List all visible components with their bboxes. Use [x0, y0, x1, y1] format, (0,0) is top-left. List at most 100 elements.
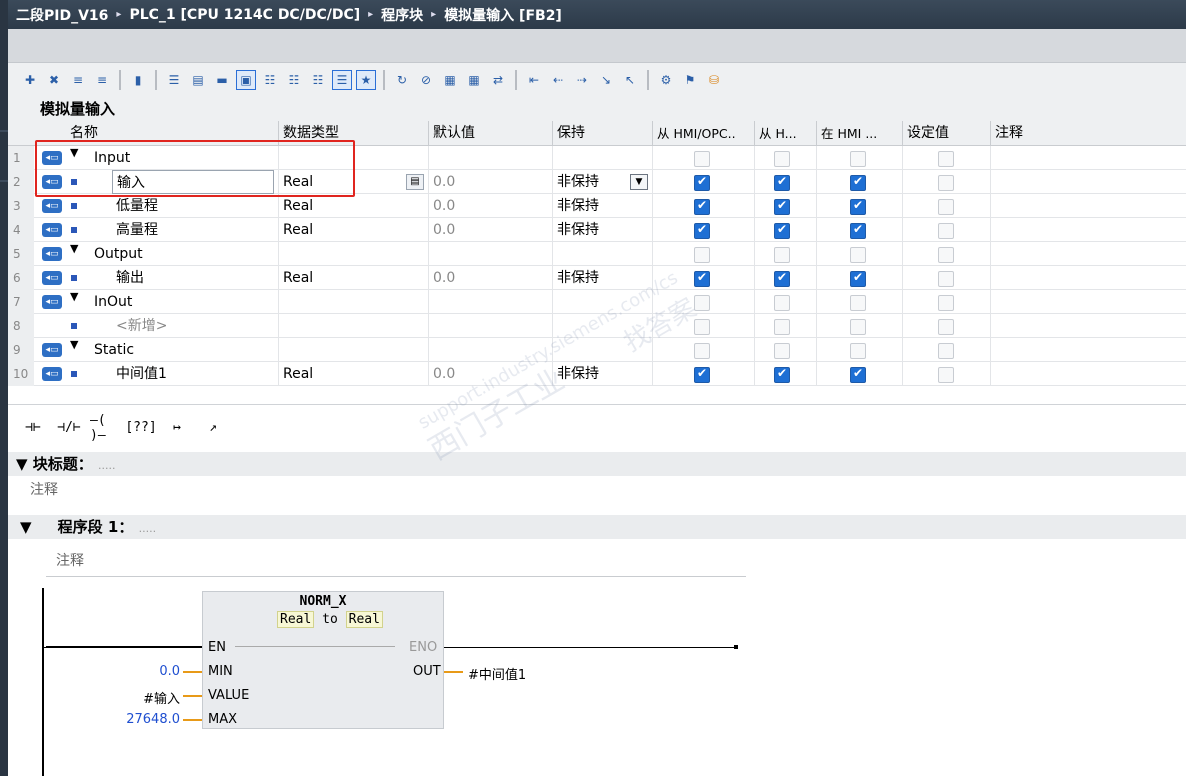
- open-block-icon[interactable]: ▦: [440, 70, 460, 90]
- hmi-checkbox-3[interactable]: [850, 247, 866, 263]
- var-type[interactable]: [278, 290, 428, 314]
- return-caller-icon[interactable]: ↖: [620, 70, 640, 90]
- col-retain[interactable]: 保持: [552, 121, 652, 146]
- collapse-icon[interactable]: ▼: [20, 518, 52, 536]
- var-type[interactable]: [278, 242, 428, 266]
- hmi-checkbox-2[interactable]: [774, 174, 790, 191]
- var-retain[interactable]: 非保持: [552, 194, 652, 218]
- network-add-icon[interactable]: ☷: [260, 70, 280, 90]
- hmi-checkbox-2[interactable]: [774, 366, 790, 383]
- goto-prev-icon[interactable]: ⇠: [548, 70, 568, 90]
- hmi-checkbox-1[interactable]: [694, 174, 710, 191]
- setpoint-checkbox[interactable]: [938, 247, 954, 263]
- hmi-checkbox-3[interactable]: [850, 343, 866, 359]
- var-default[interactable]: 0.0: [428, 266, 552, 290]
- hmi-checkbox-1[interactable]: [694, 366, 710, 383]
- var-retain[interactable]: 非保持: [552, 218, 652, 242]
- norm-x-box[interactable]: NORM_X Real to Real EN ENO MIN VALUE MAX…: [202, 591, 444, 729]
- var-name[interactable]: <新增>: [112, 314, 274, 338]
- table-row[interactable]: 10 ◂▭ 中间值1 Real 0.0 非保持: [8, 362, 1186, 386]
- fb-type-out[interactable]: Real: [345, 611, 383, 628]
- setpoint-checkbox[interactable]: [938, 319, 954, 335]
- var-retain[interactable]: [552, 242, 652, 266]
- hmi-checkbox-3[interactable]: [850, 174, 866, 191]
- var-type[interactable]: Real: [278, 362, 428, 386]
- breadcrumb-block[interactable]: 模拟量输入 [FB2]: [444, 5, 562, 25]
- var-type[interactable]: [278, 338, 428, 362]
- block-title-header[interactable]: ▼ 块标题： .....: [8, 452, 1186, 476]
- col-hmi-write[interactable]: 从 H...: [754, 121, 816, 146]
- insert-row-icon[interactable]: ✚: [20, 70, 40, 90]
- var-name[interactable]: 高量程: [112, 218, 274, 242]
- var-name[interactable]: 低量程: [112, 194, 274, 218]
- hmi-checkbox-2[interactable]: [774, 222, 790, 239]
- setpoint-checkbox[interactable]: [938, 199, 954, 215]
- var-type[interactable]: Real: [278, 194, 428, 218]
- setpoint-checkbox[interactable]: [938, 295, 954, 311]
- hmi-checkbox-2[interactable]: [774, 247, 790, 263]
- var-name[interactable]: Static: [90, 338, 274, 362]
- coil-icon[interactable]: –( )–: [90, 413, 120, 443]
- goto-next-icon[interactable]: ⇢: [572, 70, 592, 90]
- setpoint-checkbox[interactable]: [938, 175, 954, 191]
- var-type[interactable]: [278, 314, 428, 338]
- max-operand[interactable]: 27648.0: [100, 712, 180, 727]
- var-default[interactable]: [428, 242, 552, 266]
- min-operand[interactable]: 0.0: [110, 664, 180, 679]
- var-name[interactable]: Output: [90, 242, 274, 266]
- col-hmi-access[interactable]: 从 HMI/OPC..: [652, 121, 754, 146]
- expand-icon[interactable]: ▼: [70, 242, 78, 255]
- database-icon[interactable]: ⛁: [704, 70, 724, 90]
- hmi-checkbox-2[interactable]: [774, 343, 790, 359]
- var-retain[interactable]: 非保持: [552, 362, 652, 386]
- hmi-checkbox-3[interactable]: [850, 270, 866, 287]
- var-default[interactable]: [428, 338, 552, 362]
- close-block-icon[interactable]: ▦: [464, 70, 484, 90]
- indent-icon[interactable]: ≡: [68, 70, 88, 90]
- table-row[interactable]: 9 ◂▭ ▼ Static: [8, 338, 1186, 362]
- add-row-icon[interactable]: ✖: [44, 70, 64, 90]
- list-view-icon[interactable]: ☰: [164, 70, 184, 90]
- close-branch-icon[interactable]: ↗: [198, 415, 228, 441]
- setpoint-checkbox[interactable]: [938, 223, 954, 239]
- hmi-checkbox-2[interactable]: [774, 295, 790, 311]
- table-row[interactable]: 6 ◂▭ 输出 Real 0.0 非保持: [8, 266, 1186, 290]
- favorites-icon[interactable]: ★: [356, 70, 376, 90]
- setpoint-checkbox[interactable]: [938, 343, 954, 359]
- var-retain[interactable]: 非保持: [552, 266, 652, 290]
- out-operand[interactable]: #中间值1: [468, 664, 526, 683]
- hmi-checkbox-1[interactable]: [694, 270, 710, 287]
- var-default[interactable]: [428, 314, 552, 338]
- table-row[interactable]: 8 <新增>: [8, 314, 1186, 338]
- network-delete-icon[interactable]: ☷: [308, 70, 328, 90]
- table-row[interactable]: 3 ◂▭ 低量程 Real 0.0 非保持: [8, 194, 1186, 218]
- network-insert-icon[interactable]: ☷: [284, 70, 304, 90]
- no-contact-icon[interactable]: ⊣⊢: [18, 415, 48, 441]
- hmi-checkbox-2[interactable]: [774, 270, 790, 287]
- breadcrumb-blocks[interactable]: 程序块: [381, 5, 423, 25]
- breadcrumb-project[interactable]: 二段PID_V16: [16, 5, 108, 25]
- hmi-checkbox-1[interactable]: [694, 151, 710, 167]
- goto-first-icon[interactable]: ⇤: [524, 70, 544, 90]
- empty-box-icon[interactable]: [??]: [125, 415, 156, 441]
- monitor-icon[interactable]: ↻: [392, 70, 412, 90]
- open-callee-icon[interactable]: ↘: [596, 70, 616, 90]
- setpoint-checkbox[interactable]: [938, 151, 954, 167]
- hmi-checkbox-2[interactable]: [774, 198, 790, 215]
- open-branch-icon[interactable]: ↦: [162, 415, 192, 441]
- col-setpoint[interactable]: 设定值: [902, 121, 990, 146]
- fb-type-selector[interactable]: Real to Real: [277, 611, 383, 628]
- hmi-checkbox-1[interactable]: [694, 247, 710, 263]
- network-title[interactable]: .....: [139, 522, 156, 535]
- hmi-checkbox-2[interactable]: [774, 319, 790, 335]
- hmi-checkbox-3[interactable]: [850, 319, 866, 335]
- var-default[interactable]: 0.0: [428, 362, 552, 386]
- fb-type-in[interactable]: Real: [277, 611, 315, 628]
- stop-monitor-icon[interactable]: ⊘: [416, 70, 436, 90]
- table-row[interactable]: 7 ◂▭ ▼ InOut: [8, 290, 1186, 314]
- hmi-checkbox-1[interactable]: [694, 198, 710, 215]
- hmi-checkbox-2[interactable]: [774, 151, 790, 167]
- var-default[interactable]: [428, 146, 552, 170]
- var-retain[interactable]: [552, 146, 652, 170]
- hmi-checkbox-3[interactable]: [850, 222, 866, 239]
